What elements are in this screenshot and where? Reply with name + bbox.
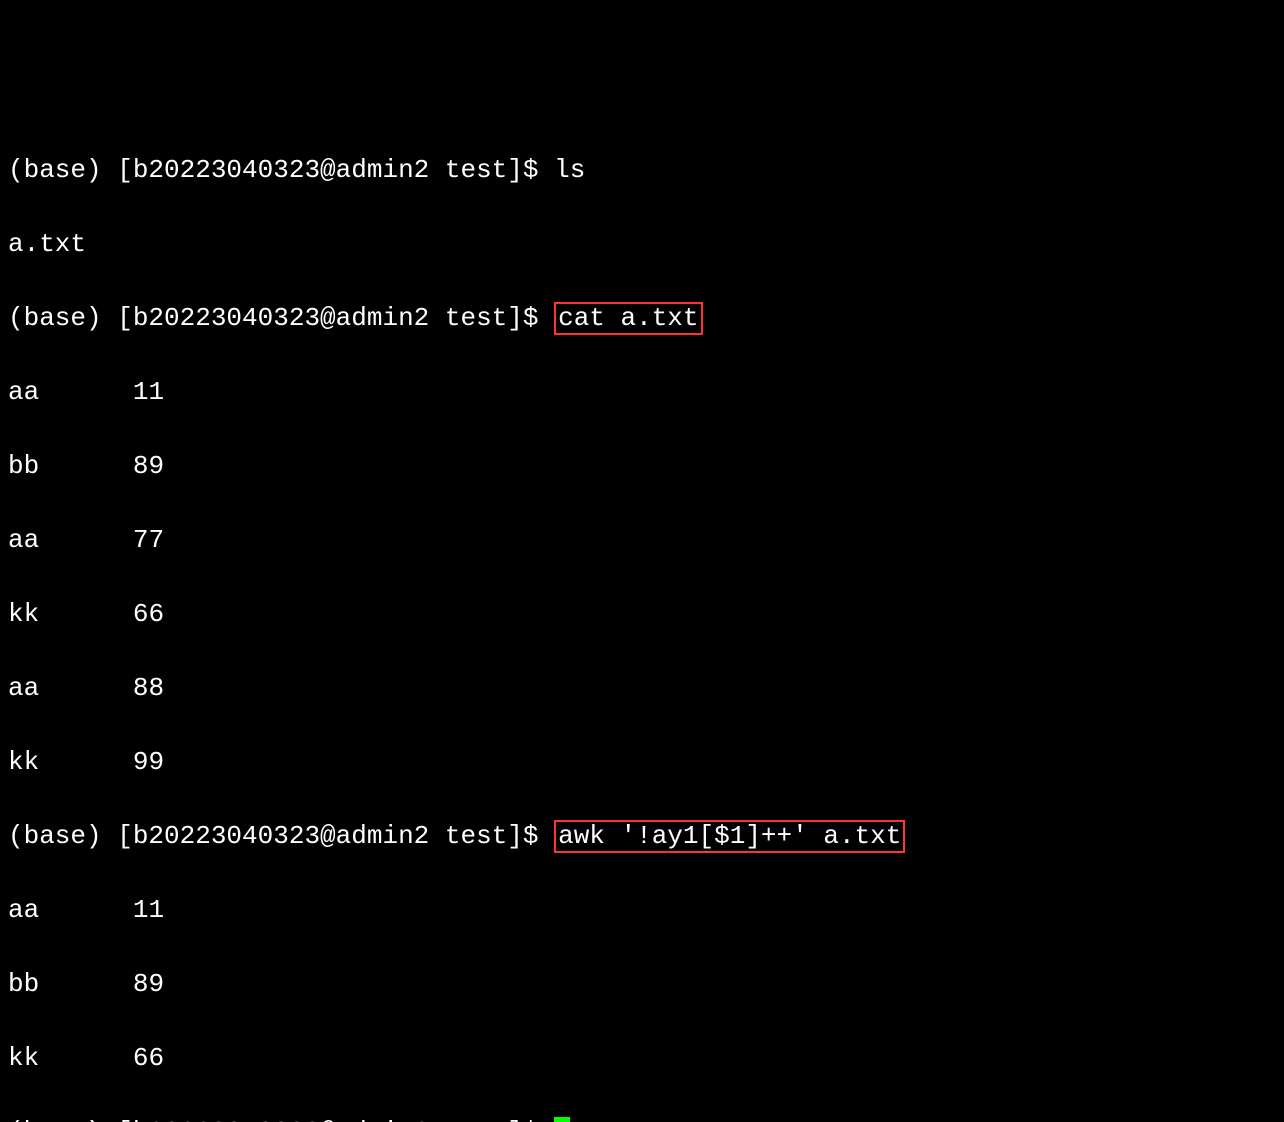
col1: kk <box>8 599 39 629</box>
col2: 66 <box>133 599 164 629</box>
col2: 11 <box>133 895 164 925</box>
col2: 77 <box>133 525 164 555</box>
col2: 11 <box>133 377 164 407</box>
col1: aa <box>8 525 39 555</box>
prompt: (base) [b20223040323@admin2 test]$ <box>8 821 554 851</box>
cat-output-row: aa 11 <box>8 374 1276 411</box>
col1: aa <box>8 895 39 925</box>
cat-output-row: aa 77 <box>8 522 1276 559</box>
prompt: (base) [b20223040323@admin2 test]$ <box>8 1117 554 1122</box>
col2: 66 <box>133 1043 164 1073</box>
col2: 88 <box>133 673 164 703</box>
awk-output-row: aa 11 <box>8 892 1276 929</box>
col2: 99 <box>133 747 164 777</box>
col1: kk <box>8 747 39 777</box>
command-ls: ls <box>554 155 585 185</box>
cat-output-row: kk 66 <box>8 596 1276 633</box>
terminal-line[interactable]: (base) [b20223040323@admin2 test]$ <box>8 1114 1276 1122</box>
col2: 89 <box>133 451 164 481</box>
command-cat-highlighted: cat a.txt <box>554 302 702 335</box>
terminal-line: (base) [b20223040323@admin2 test]$ awk '… <box>8 818 1276 855</box>
cat-output-row: aa 88 <box>8 670 1276 707</box>
col1: aa <box>8 377 39 407</box>
cursor-icon <box>554 1117 570 1122</box>
col1: aa <box>8 673 39 703</box>
awk-output-row: kk 66 <box>8 1040 1276 1077</box>
command-awk-highlighted: awk '!ay1[$1]++' a.txt <box>554 820 905 853</box>
col1: bb <box>8 451 39 481</box>
terminal-line: (base) [b20223040323@admin2 test]$ cat a… <box>8 300 1276 337</box>
cat-output-row: bb 89 <box>8 448 1276 485</box>
col1: bb <box>8 969 39 999</box>
output-line: a.txt <box>8 226 1276 263</box>
awk-output-row: bb 89 <box>8 966 1276 1003</box>
prompt: (base) [b20223040323@admin2 test]$ <box>8 155 554 185</box>
col1: kk <box>8 1043 39 1073</box>
prompt: (base) [b20223040323@admin2 test]$ <box>8 303 554 333</box>
col2: 89 <box>133 969 164 999</box>
cat-output-row: kk 99 <box>8 744 1276 781</box>
terminal-line: (base) [b20223040323@admin2 test]$ ls <box>8 152 1276 189</box>
